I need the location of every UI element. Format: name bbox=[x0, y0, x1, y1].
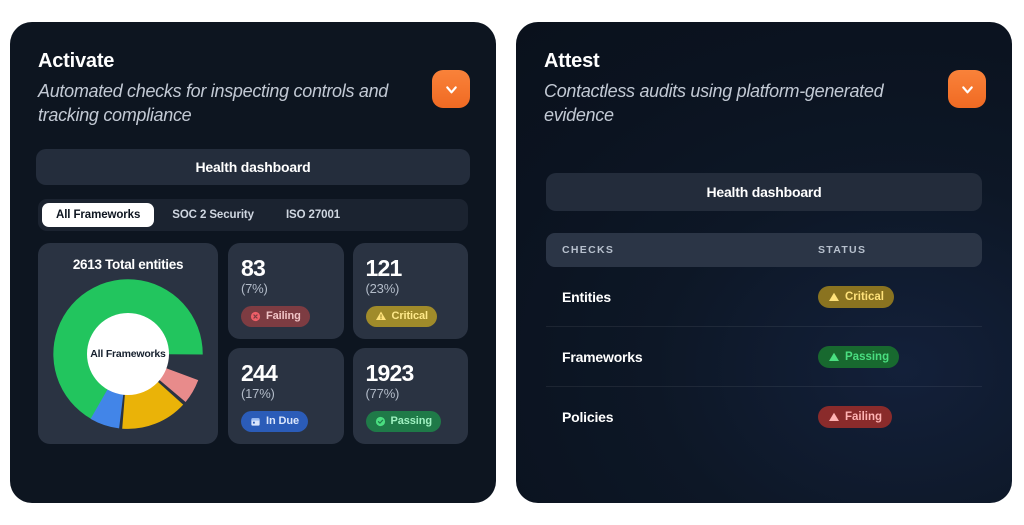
status-badge-passing-label: Passing bbox=[390, 415, 433, 428]
chevron-down-icon bbox=[443, 81, 460, 98]
activate-health-dashboard-bar[interactable]: Health dashboard bbox=[36, 149, 470, 186]
activate-header: Activate Automated checks for inspecting… bbox=[10, 22, 496, 127]
activate-dashboard-body: 2613 Total entities All Frameworks 83 (7… bbox=[38, 243, 468, 445]
status-badge-critical-label: Critical bbox=[391, 310, 429, 323]
status-badge-failing[interactable]: Failing bbox=[241, 305, 310, 327]
warning-triangle-icon bbox=[828, 291, 840, 303]
attest-health-dashboard-label: Health dashboard bbox=[706, 184, 822, 201]
activate-header-text: Activate Automated checks for inspecting… bbox=[38, 50, 398, 127]
circle-x-icon bbox=[250, 311, 261, 322]
chevron-down-icon bbox=[959, 81, 976, 98]
stat-value-critical: 121 bbox=[365, 254, 403, 281]
check-name-policies: Policies bbox=[562, 409, 614, 426]
column-header-status: STATUS bbox=[818, 244, 867, 257]
stat-percent-indue: (17%) bbox=[241, 385, 275, 401]
entities-donut-chart: All Frameworks bbox=[52, 278, 204, 430]
check-name-entities: Entities bbox=[562, 288, 611, 305]
entities-donut-card: 2613 Total entities All Frameworks bbox=[38, 243, 218, 445]
stat-percent-critical: (23%) bbox=[365, 280, 400, 296]
status-badge-failing[interactable]: Failing bbox=[818, 406, 893, 429]
framework-tab-strip: All Frameworks SOC 2 Security ISO 27001 bbox=[38, 199, 468, 232]
status-cell-frameworks: Passing bbox=[818, 345, 966, 368]
check-name-frameworks: Frameworks bbox=[562, 348, 643, 365]
table-row[interactable]: Policies Failing bbox=[546, 387, 982, 447]
status-badge-failing-label: Failing bbox=[845, 411, 883, 424]
tab-all-frameworks[interactable]: All Frameworks bbox=[42, 203, 155, 228]
status-badge-indue-label: In Due bbox=[266, 415, 300, 428]
stat-card-failing[interactable]: 83 (7%) Failing bbox=[228, 243, 344, 340]
column-header-checks: CHECKS bbox=[562, 244, 615, 257]
status-badge-passing[interactable]: Passing bbox=[818, 345, 900, 368]
calendar-icon bbox=[250, 416, 261, 427]
stat-value-passing: 1923 bbox=[365, 359, 415, 386]
tab-soc-2-security[interactable]: SOC 2 Security bbox=[158, 203, 268, 227]
stat-value-failing: 83 bbox=[241, 254, 266, 281]
status-badge-critical[interactable]: Critical bbox=[818, 285, 894, 308]
attest-header: Attest Contactless audits using platform… bbox=[516, 22, 1012, 127]
warning-triangle-icon bbox=[828, 411, 840, 423]
table-row[interactable]: Entities Critical bbox=[546, 267, 982, 328]
table-row[interactable]: Frameworks Passing bbox=[546, 327, 982, 388]
stat-card-critical[interactable]: 121 (23%) Critical bbox=[352, 243, 468, 340]
activate-title: Activate bbox=[38, 50, 115, 72]
activate-health-dashboard-label: Health dashboard bbox=[195, 159, 311, 176]
attest-title: Attest bbox=[544, 50, 600, 72]
status-badge-indue[interactable]: In Due bbox=[241, 410, 309, 432]
donut-center-label: All Frameworks bbox=[87, 313, 169, 396]
activate-expand-button[interactable] bbox=[432, 70, 470, 108]
warning-triangle-icon bbox=[828, 351, 840, 363]
checks-table: CHECKS STATUS Entities Critical Framewor… bbox=[546, 233, 982, 447]
activate-panel: Activate Automated checks for inspecting… bbox=[10, 22, 496, 503]
stat-card-indue[interactable]: 244 (17%) In Due bbox=[228, 348, 344, 445]
status-cell-entities: Critical bbox=[818, 285, 966, 308]
checks-table-header: CHECKS STATUS bbox=[546, 233, 982, 268]
stat-value-indue: 244 bbox=[241, 359, 278, 386]
stat-card-passing[interactable]: 1923 (77%) Passing bbox=[352, 348, 468, 445]
activate-subtitle: Automated checks for inspecting controls… bbox=[38, 81, 388, 126]
attest-subtitle: Contactless audits using platform-genera… bbox=[544, 81, 884, 126]
dashboard-stage: Activate Automated checks for inspecting… bbox=[0, 0, 1024, 525]
stat-percent-passing: (77%) bbox=[365, 385, 400, 401]
status-badge-failing-label: Failing bbox=[266, 310, 301, 323]
tab-iso-27001[interactable]: ISO 27001 bbox=[272, 203, 354, 227]
donut-total-label: 2613 Total entities bbox=[72, 257, 184, 273]
attest-panel: Attest Contactless audits using platform… bbox=[516, 22, 1012, 503]
stat-percent-failing: (7%) bbox=[241, 280, 268, 296]
status-badge-critical-label: Critical bbox=[845, 290, 884, 303]
status-badge-passing[interactable]: Passing bbox=[365, 410, 441, 432]
status-badge-critical[interactable]: Critical bbox=[365, 305, 437, 327]
status-cell-policies: Failing bbox=[818, 406, 966, 429]
status-badge-passing-label: Passing bbox=[845, 350, 890, 363]
entity-stats-grid: 83 (7%) Failing 121 (23%) Critical 244 (… bbox=[228, 243, 468, 445]
attest-expand-button[interactable] bbox=[948, 70, 986, 108]
check-circle-icon bbox=[375, 416, 386, 427]
attest-header-text: Attest Contactless audits using platform… bbox=[544, 50, 904, 127]
attest-health-dashboard-bar[interactable]: Health dashboard bbox=[546, 173, 982, 212]
warning-triangle-icon bbox=[375, 310, 387, 322]
